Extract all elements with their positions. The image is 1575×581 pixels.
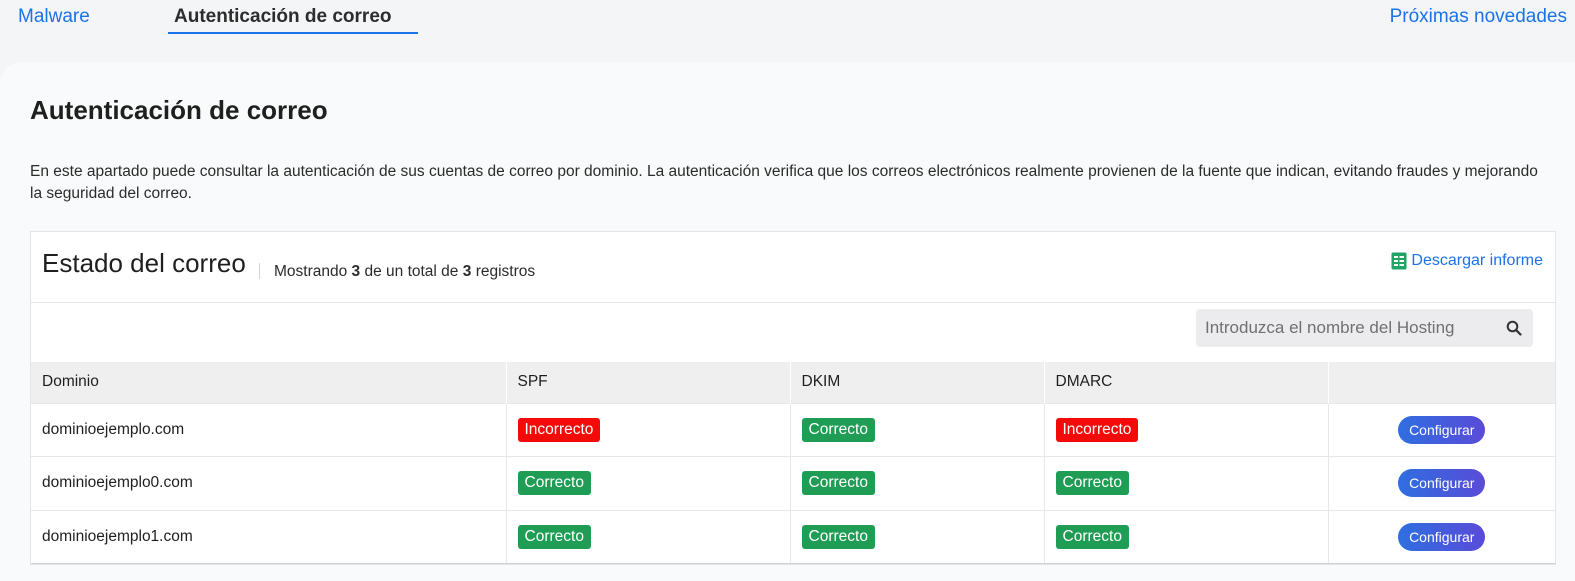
- table-row: dominioejemplo.com Incorrecto Correcto I…: [31, 402, 1555, 457]
- top-tab-bar: Malware Autenticación de correo Próximas…: [0, 0, 1575, 62]
- search-icon[interactable]: [1495, 309, 1533, 347]
- spf-status-badge: Incorrecto: [517, 417, 601, 442]
- configure-button[interactable]: Configurar: [1398, 469, 1486, 498]
- header-divider: [259, 263, 260, 279]
- dkim-status-badge: Correcto: [801, 524, 875, 549]
- page-title: Autenticación de correo: [30, 95, 328, 125]
- dkim-status-badge: Correcto: [801, 417, 875, 442]
- card-header: Estado del correo Mostrando 3 de un tota…: [31, 232, 1555, 303]
- table-header-row: Dominio SPF DKIM DMARC: [31, 362, 1555, 403]
- count-suffix: registros: [475, 263, 536, 280]
- record-count: Mostrando 3 de un total de 3 registros: [274, 263, 535, 281]
- spf-status-badge: Correcto: [517, 471, 591, 496]
- tab-malware[interactable]: Malware: [18, 0, 90, 34]
- header-dkim: DKIM: [790, 362, 1045, 403]
- count-middle: de un total de: [364, 263, 459, 280]
- configure-button[interactable]: Configurar: [1398, 415, 1486, 444]
- header-dmarc: DMARC: [1044, 362, 1329, 403]
- count-total: 3: [462, 263, 472, 280]
- dmarc-status-badge: Correcto: [1055, 524, 1129, 549]
- table-row: dominioejemplo0.com Correcto Correcto Co…: [31, 456, 1555, 510]
- header-spf: SPF: [506, 362, 791, 403]
- download-report-link[interactable]: Descargar informe: [1391, 252, 1543, 270]
- header-domain: Dominio: [31, 362, 507, 403]
- search-row: [31, 303, 1555, 362]
- table-row: dominioejemplo1.com Correcto Correcto Co…: [31, 509, 1555, 564]
- tab-email-authentication[interactable]: Autenticación de correo: [168, 0, 418, 34]
- tab-upcoming-features[interactable]: Próximas novedades: [1390, 0, 1567, 34]
- email-status-card: Estado del correo Mostrando 3 de un tota…: [30, 231, 1556, 565]
- domain-cell: dominioejemplo0.com: [31, 456, 507, 510]
- dkim-status-badge: Correcto: [801, 471, 875, 496]
- page-description: En este apartado puede consultar la aute…: [30, 163, 1538, 202]
- header-actions: [1328, 362, 1555, 403]
- dmarc-status-badge: Correcto: [1055, 471, 1129, 496]
- spreadsheet-icon: [1391, 252, 1407, 270]
- email-auth-table: Dominio SPF DKIM DMARC dominioejemplo.co…: [31, 362, 1555, 564]
- hosting-search-input[interactable]: [1196, 309, 1495, 347]
- configure-button[interactable]: Configurar: [1398, 522, 1486, 551]
- hosting-search-box: [1196, 309, 1533, 347]
- card-title: Estado del correo: [42, 248, 246, 278]
- count-shown: 3: [351, 263, 361, 280]
- download-report-label: Descargar informe: [1411, 252, 1543, 269]
- count-prefix: Mostrando: [274, 263, 348, 280]
- spf-status-badge: Correcto: [517, 524, 591, 549]
- domain-cell: dominioejemplo.com: [31, 402, 507, 457]
- main-panel: Autenticación de correo En este apartado…: [0, 62, 1575, 581]
- dmarc-status-badge: Incorrecto: [1055, 417, 1139, 442]
- domain-cell: dominioejemplo1.com: [31, 509, 507, 564]
